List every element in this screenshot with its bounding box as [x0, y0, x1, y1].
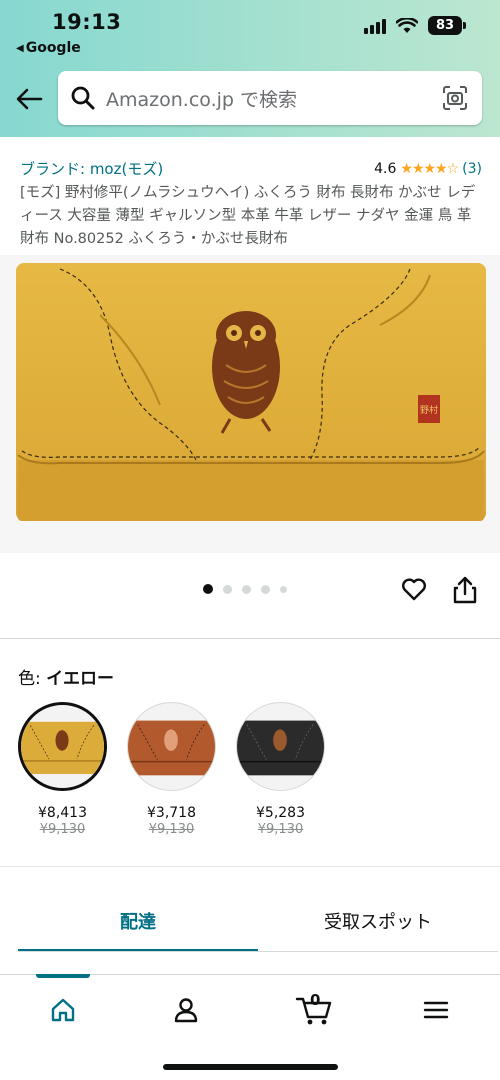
heart-icon[interactable]: [400, 575, 428, 603]
pager-dot[interactable]: [261, 584, 270, 594]
brand-rating-row: ブランド: moz(モズ) 4.6 ★★★★☆ (3): [20, 158, 482, 179]
product-image[interactable]: 野村: [0, 255, 500, 553]
wallet-thumbnail-icon: [237, 720, 324, 776]
rating[interactable]: 4.6 ★★★★☆ (3): [374, 161, 482, 177]
color-selection-label: 色: イエロー: [18, 664, 114, 689]
swatch-price: ¥3,718: [147, 805, 196, 821]
app-header: 19:13 ◀ Google 83 Amazon.co.jp で検索: [0, 0, 500, 137]
color-label: 色:: [18, 669, 47, 689]
wallet-thumbnail-icon: [21, 721, 104, 775]
back-to-google-link[interactable]: ◀ Google: [16, 40, 81, 56]
swatch-old-price: ¥9,130: [257, 822, 304, 837]
swatch-price: ¥8,413: [38, 805, 87, 821]
rating-count[interactable]: (3): [462, 161, 482, 177]
color-swatches: ¥8,413 ¥9,130 ¥3,718 ¥9,130 ¥5,283 ¥9,13…: [18, 702, 325, 837]
home-indicator[interactable]: [163, 1064, 338, 1070]
section-divider: [0, 638, 500, 639]
swatch-brown[interactable]: ¥3,718 ¥9,130: [127, 702, 216, 837]
wallet-thumbnail-icon: [128, 720, 215, 776]
account-icon: [174, 998, 198, 1023]
swatch-black[interactable]: ¥5,283 ¥9,130: [236, 702, 325, 837]
swatch-black-image[interactable]: [236, 702, 325, 791]
color-selected-value: イエロー: [46, 669, 114, 689]
swatch-price: ¥5,283: [256, 805, 305, 821]
home-icon: [51, 998, 75, 1022]
nav-home[interactable]: [46, 993, 80, 1027]
tabs-underline: [18, 951, 498, 952]
cellular-signal-icon: [364, 18, 386, 34]
camera-search-icon[interactable]: [442, 85, 468, 111]
pager-dot-active[interactable]: [203, 584, 213, 594]
swatch-yellow-image[interactable]: [18, 702, 107, 791]
pager-dot[interactable]: [242, 584, 251, 594]
cart-count: 0: [310, 991, 321, 1009]
tab-delivery[interactable]: 配達: [18, 890, 258, 954]
status-icons: 83: [364, 16, 466, 35]
brand-link[interactable]: ブランド: moz(モズ): [20, 158, 163, 179]
swatch-yellow[interactable]: ¥8,413 ¥9,130: [18, 702, 107, 837]
svg-text:野村: 野村: [420, 404, 438, 416]
tab-pickup-spot[interactable]: 受取スポット: [258, 890, 498, 954]
delivery-tabs: 配達 受取スポット: [18, 890, 498, 954]
swatch-brown-image[interactable]: [127, 702, 216, 791]
menu-icon: [423, 1001, 449, 1019]
back-arrow-icon[interactable]: [14, 84, 44, 114]
back-app-label: Google: [25, 40, 81, 56]
image-pager[interactable]: [203, 584, 287, 594]
status-time: 19:13: [52, 10, 122, 34]
wifi-icon: [396, 17, 418, 33]
nav-menu[interactable]: [419, 993, 453, 1027]
share-icon[interactable]: [452, 575, 478, 605]
search-placeholder: Amazon.co.jp で検索: [106, 88, 297, 111]
nav-account[interactable]: [169, 993, 203, 1027]
product-title: [モズ] 野村修平(ノムラシュウヘイ) ふくろう 財布 長財布 かぶせ レディー…: [20, 185, 476, 247]
rating-score: 4.6: [374, 160, 397, 177]
nav-cart[interactable]: 0: [295, 991, 335, 1027]
search-input[interactable]: Amazon.co.jp で検索: [58, 71, 482, 125]
nav-active-indicator: [36, 974, 90, 978]
star-rating-icon: ★★★★☆: [400, 160, 459, 177]
pager-dot[interactable]: [280, 585, 287, 593]
pager-dot[interactable]: [223, 584, 232, 594]
swatch-old-price: ¥9,130: [148, 822, 195, 837]
back-triangle-icon: ◀: [16, 42, 24, 54]
battery-icon: 83: [428, 16, 466, 35]
section-divider: [0, 866, 500, 867]
swatch-old-price: ¥9,130: [39, 822, 86, 837]
search-icon: [71, 86, 95, 110]
